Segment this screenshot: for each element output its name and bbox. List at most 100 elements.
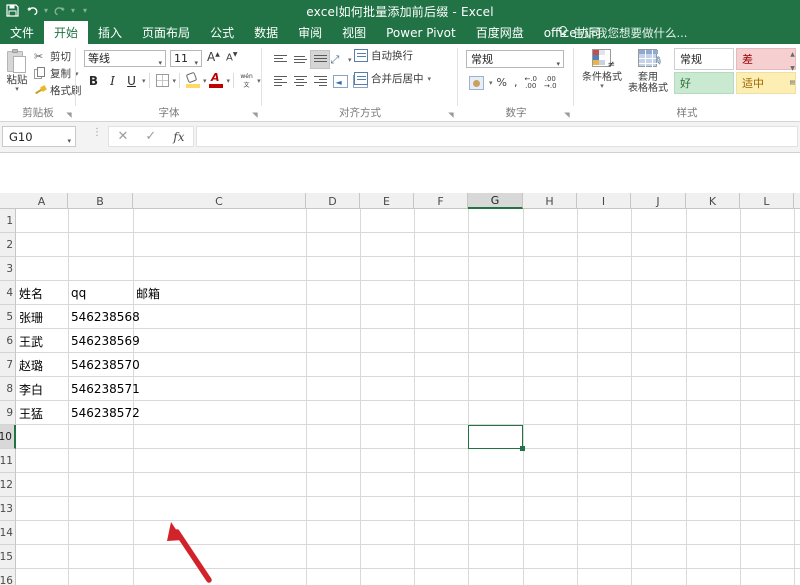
font-size-dropdown-icon[interactable]: ▾ — [194, 56, 198, 70]
cell-A6[interactable]: 王武 — [16, 329, 68, 353]
accounting-format-button[interactable] — [466, 73, 487, 92]
phonetic-guide-button[interactable]: wén 文 — [237, 71, 256, 90]
row-header-5[interactable]: 5 — [0, 305, 16, 329]
tab-review[interactable]: 审阅 — [288, 21, 332, 44]
align-left-button[interactable] — [270, 72, 290, 91]
borders-dropdown-icon[interactable]: ▾ — [173, 77, 177, 85]
increase-font-size-button[interactable]: A▲ — [207, 50, 220, 64]
cell-A5[interactable]: 张珊 — [16, 305, 68, 329]
font-color-button[interactable]: A — [207, 71, 226, 90]
cell-B4[interactable]: qq — [68, 281, 133, 305]
row-header-10[interactable]: 10 — [0, 425, 16, 449]
increase-decimal-button[interactable]: ←.0.00 — [521, 73, 540, 92]
underline-dropdown-icon[interactable]: ▾ — [142, 77, 146, 85]
row-header-2[interactable]: 2 — [0, 233, 16, 257]
column-header-K[interactable]: K — [686, 193, 740, 209]
tab-file[interactable]: 文件 — [0, 21, 44, 44]
cell-style-good[interactable]: 好 — [674, 72, 734, 94]
align-center-button[interactable] — [290, 72, 310, 91]
grid-area[interactable]: 姓名 qq 邮箱张珊 546238568 王武 546238569 赵璐 546238570 李… — [16, 209, 800, 585]
merge-dropdown-icon[interactable]: ▾ — [428, 75, 432, 83]
conditional-formatting-dropdown-icon[interactable]: ▾ — [580, 83, 624, 90]
active-cell-selection[interactable] — [468, 425, 523, 449]
number-format-select[interactable]: 常规 ▾ — [466, 50, 564, 68]
cut-button[interactable]: ✂ 剪切 — [34, 48, 76, 65]
comma-style-button[interactable]: , — [511, 73, 521, 92]
column-header-C[interactable]: C — [133, 193, 306, 209]
wrap-text-button[interactable]: 自动换行 — [354, 48, 413, 63]
row-header-16[interactable]: 16 — [0, 569, 16, 585]
tab-view[interactable]: 视图 — [332, 21, 376, 44]
row-header-15[interactable]: 15 — [0, 545, 16, 569]
align-right-button[interactable] — [310, 72, 330, 91]
cancel-formula-icon[interactable]: ✕ — [117, 129, 128, 144]
column-header-L[interactable]: L — [740, 193, 794, 209]
column-header-D[interactable]: D — [306, 193, 360, 209]
row-header-4[interactable]: 4 — [0, 281, 16, 305]
formula-bar-grip[interactable]: ⋮ — [92, 128, 102, 138]
name-box-dropdown-icon[interactable]: ▾ — [67, 134, 71, 149]
row-header-13[interactable]: 13 — [0, 497, 16, 521]
formula-input[interactable] — [196, 126, 798, 147]
cell-B7[interactable]: 546238570 — [68, 353, 140, 377]
row-header-9[interactable]: 9 — [0, 401, 16, 425]
decrease-decimal-button[interactable]: .00 →.0 — [541, 73, 560, 92]
orientation-button[interactable]: ⤢ — [330, 50, 347, 69]
underline-button[interactable]: U — [122, 71, 141, 90]
merge-center-button[interactable]: 合并后居中 ▾ — [354, 71, 431, 86]
align-top-button[interactable] — [270, 50, 290, 69]
cell-C4[interactable]: 邮箱 — [133, 281, 306, 305]
decrease-indent-button[interactable]: ◄ — [330, 72, 350, 91]
align-middle-button[interactable] — [290, 50, 310, 69]
row-header-1[interactable]: 1 — [0, 209, 16, 233]
fill-handle[interactable] — [520, 446, 525, 451]
column-header-H[interactable]: H — [523, 193, 577, 209]
row-header-8[interactable]: 8 — [0, 377, 16, 401]
column-header-F[interactable]: F — [414, 193, 468, 209]
column-header-G[interactable]: G — [468, 193, 523, 209]
row-header-3[interactable]: 3 — [0, 257, 16, 281]
row-header-12[interactable]: 12 — [0, 473, 16, 497]
font-size-input[interactable]: 11 ▾ — [170, 50, 202, 67]
decrease-font-size-button[interactable]: A▼ — [226, 51, 237, 63]
column-header-E[interactable]: E — [360, 193, 414, 209]
tab-baidu-netdisk[interactable]: 百度网盘 — [466, 21, 534, 44]
alignment-dialog-launcher-icon[interactable]: ◥ — [447, 111, 455, 119]
enter-formula-icon[interactable]: ✓ — [145, 129, 156, 144]
cell-B9[interactable]: 546238572 — [68, 401, 140, 425]
cell-A9[interactable]: 王猛 — [16, 401, 68, 425]
number-format-dropdown-icon[interactable]: ▾ — [556, 57, 560, 71]
orientation-dropdown-icon[interactable]: ▾ — [348, 56, 352, 64]
italic-button[interactable]: I — [103, 71, 122, 90]
number-dialog-launcher-icon[interactable]: ◥ — [563, 111, 571, 119]
format-as-table-button[interactable]: ✎ 套用 表格格式 — [626, 47, 670, 94]
tell-me-search[interactable]: 告诉我您想要做什么... — [558, 21, 687, 44]
tab-power-pivot[interactable]: Power Pivot — [376, 21, 466, 44]
column-header-A[interactable]: A — [16, 193, 68, 209]
tab-data[interactable]: 数据 — [244, 21, 288, 44]
cell-A7[interactable]: 赵璐 — [16, 353, 68, 377]
column-header-B[interactable]: B — [68, 193, 133, 209]
cell-B8[interactable]: 546238571 — [68, 377, 140, 401]
format-painter-button[interactable]: 格式刷 — [34, 82, 82, 99]
row-header-14[interactable]: 14 — [0, 521, 16, 545]
align-bottom-button[interactable] — [310, 50, 330, 69]
tab-insert[interactable]: 插入 — [88, 21, 132, 44]
cell-B5[interactable]: 546238568 — [68, 305, 140, 329]
paste-dropdown-icon[interactable]: ▾ — [2, 86, 32, 93]
fill-color-button[interactable] — [183, 71, 202, 90]
font-dialog-launcher-icon[interactable]: ◥ — [251, 111, 259, 119]
font-name-dropdown-icon[interactable]: ▾ — [158, 56, 162, 70]
cell-A8[interactable]: 李白 — [16, 377, 68, 401]
row-header-11[interactable]: 11 — [0, 449, 16, 473]
font-name-input[interactable]: 等线 ▾ — [84, 50, 166, 67]
bold-button[interactable]: B — [84, 71, 103, 90]
column-header-I[interactable]: I — [577, 193, 631, 209]
gallery-expand-icon[interactable]: ▤ — [787, 76, 798, 90]
cell-B6[interactable]: 546238569 — [68, 329, 140, 353]
tab-formulas[interactable]: 公式 — [200, 21, 244, 44]
paste-button[interactable]: 粘贴 ▾ — [2, 47, 32, 103]
column-header-J[interactable]: J — [631, 193, 686, 209]
cell-A4[interactable]: 姓名 — [16, 281, 68, 305]
gallery-scroll-up-icon[interactable]: ▲ — [787, 48, 798, 62]
